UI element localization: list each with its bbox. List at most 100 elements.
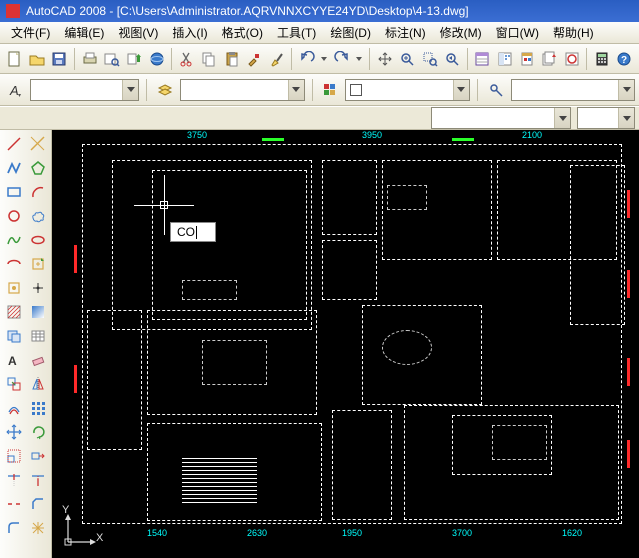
undo-dropdown[interactable]: [319, 57, 331, 61]
color-combo[interactable]: [345, 79, 469, 101]
layer-icon[interactable]: [154, 79, 176, 101]
paintbrush-button[interactable]: [266, 48, 287, 70]
menu-view[interactable]: 视图(V): [111, 22, 165, 43]
copy-tool[interactable]: [2, 372, 25, 395]
xline-tool[interactable]: [26, 132, 49, 155]
model-viewport[interactable]: 3750 3950 2100 1540 2630 1950 3700 1620 …: [52, 130, 639, 558]
dim-label: 1620: [562, 528, 582, 538]
menu-insert[interactable]: 插入(I): [165, 22, 214, 43]
menu-tools[interactable]: 工具(T): [270, 22, 323, 43]
menu-help[interactable]: 帮助(H): [546, 22, 601, 43]
make-block-tool[interactable]: [2, 276, 25, 299]
dwf-button[interactable]: [146, 48, 167, 70]
menu-file[interactable]: 文件(F): [4, 22, 57, 43]
plot-preview-button[interactable]: [101, 48, 122, 70]
ucs-icon: Y X: [60, 510, 100, 550]
scale-tool[interactable]: [2, 444, 25, 467]
explode-tool[interactable]: [26, 516, 49, 539]
floorplan-drawing: 3750 3950 2100 1540 2630 1950 3700 1620: [52, 130, 639, 558]
dynamic-input[interactable]: CO: [170, 222, 216, 242]
hatch-tool[interactable]: [2, 300, 25, 323]
dimstyle-combo[interactable]: [431, 107, 571, 129]
ucs-x-label: X: [96, 532, 103, 544]
line-tool[interactable]: [2, 132, 25, 155]
dim-label: 1950: [342, 528, 362, 538]
plot-button[interactable]: [79, 48, 100, 70]
dim-label: 3750: [187, 130, 207, 140]
standard-toolbar: ?: [0, 44, 639, 74]
rotate-tool[interactable]: [26, 420, 49, 443]
chamfer-tool[interactable]: [26, 492, 49, 515]
trim-tool[interactable]: [2, 468, 25, 491]
new-button[interactable]: [4, 48, 25, 70]
fillet-tool[interactable]: [2, 516, 25, 539]
dim-label: 3950: [362, 130, 382, 140]
circle-tool[interactable]: [2, 204, 25, 227]
gradient-tool[interactable]: [26, 300, 49, 323]
title-bar: AutoCAD 2008 - [C:\Users\Administrator.A…: [0, 0, 639, 22]
app-icon: [6, 4, 20, 18]
sheet-set-button[interactable]: [539, 48, 560, 70]
menu-edit[interactable]: 编辑(E): [57, 22, 111, 43]
mirror-tool[interactable]: [26, 372, 49, 395]
layer-combo[interactable]: [180, 79, 304, 101]
pline-tool[interactable]: [2, 156, 25, 179]
menu-window[interactable]: 窗口(W): [489, 22, 546, 43]
pan-button[interactable]: [374, 48, 395, 70]
help-button[interactable]: ?: [614, 48, 635, 70]
table-tool[interactable]: [26, 324, 49, 347]
move-tool[interactable]: [2, 420, 25, 443]
redo-button[interactable]: [331, 48, 352, 70]
tool-palettes-button[interactable]: [516, 48, 537, 70]
region-tool[interactable]: [2, 324, 25, 347]
redo-dropdown[interactable]: [354, 57, 366, 61]
plotstyle-combo[interactable]: [577, 107, 635, 129]
spline-tool[interactable]: [2, 228, 25, 251]
zoom-previous-button[interactable]: [441, 48, 462, 70]
markup-button[interactable]: [561, 48, 582, 70]
zoom-realtime-button[interactable]: [396, 48, 417, 70]
dim-label: 2630: [247, 528, 267, 538]
break-tool[interactable]: [2, 492, 25, 515]
menu-modify[interactable]: 修改(M): [433, 22, 489, 43]
matchprop-button[interactable]: [244, 48, 265, 70]
ellipse-arc-tool[interactable]: [2, 252, 25, 275]
extend-tool[interactable]: [26, 468, 49, 491]
properties-toolbar: A: [0, 74, 639, 106]
paste-button[interactable]: [221, 48, 242, 70]
menu-draw[interactable]: 绘图(D): [323, 22, 378, 43]
point-tool[interactable]: [26, 276, 49, 299]
zoom-window-button[interactable]: [419, 48, 440, 70]
color-icon[interactable]: [320, 79, 342, 101]
copy-button[interactable]: [199, 48, 220, 70]
stretch-tool[interactable]: [26, 444, 49, 467]
revcloud-tool[interactable]: [26, 204, 49, 227]
publish-button[interactable]: [124, 48, 145, 70]
design-center-button[interactable]: [494, 48, 515, 70]
ellipse-tool[interactable]: [26, 228, 49, 251]
linetype-icon[interactable]: [485, 79, 507, 101]
save-button[interactable]: [49, 48, 70, 70]
properties-button[interactable]: [472, 48, 493, 70]
array-tool[interactable]: [26, 396, 49, 419]
svg-text:?: ?: [621, 55, 627, 66]
textstyle-icon[interactable]: A: [4, 79, 26, 101]
svg-text:A: A: [9, 83, 19, 98]
dim-label: 1540: [147, 528, 167, 538]
rectangle-tool[interactable]: [2, 180, 25, 203]
offset-tool[interactable]: [2, 396, 25, 419]
open-button[interactable]: [26, 48, 47, 70]
polygon-tool[interactable]: [26, 156, 49, 179]
dim-label: 2100: [522, 130, 542, 140]
textstyle-combo[interactable]: [30, 79, 139, 101]
quickcalc-button[interactable]: [591, 48, 612, 70]
insert-block-tool[interactable]: [26, 252, 49, 275]
undo-button[interactable]: [296, 48, 317, 70]
mtext-tool[interactable]: A: [2, 348, 25, 371]
arc-tool[interactable]: [26, 180, 49, 203]
cut-button[interactable]: [176, 48, 197, 70]
linetype-combo[interactable]: [511, 79, 635, 101]
menu-dim[interactable]: 标注(N): [378, 22, 433, 43]
menu-format[interactable]: 格式(O): [215, 22, 270, 43]
erase-tool[interactable]: [26, 348, 49, 371]
